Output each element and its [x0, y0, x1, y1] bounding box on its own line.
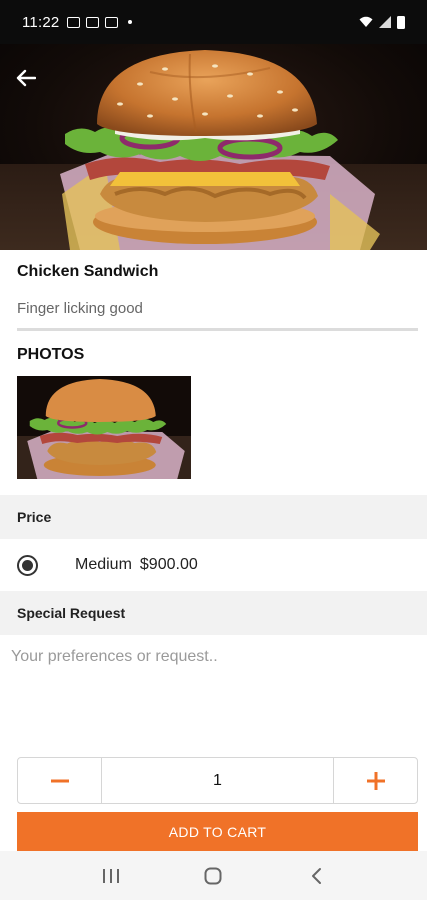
status-bar: 11:22	[0, 0, 427, 44]
photo-thumbnail[interactable]	[17, 376, 191, 479]
radio-dot-icon	[22, 559, 33, 571]
radio-button-selected[interactable]	[17, 554, 38, 576]
plus-icon	[366, 771, 385, 790]
price-option-medium[interactable]: Medium $900.00	[0, 540, 427, 590]
price-option-label: Medium	[75, 556, 132, 573]
signal-icon	[379, 16, 391, 28]
more-notifications-icon	[128, 20, 133, 24]
burger-illustration	[0, 50, 427, 250]
price-section-header: Price	[0, 495, 427, 539]
product-title: Chicken Sandwich	[17, 263, 159, 280]
gallery-notification-icon	[67, 16, 81, 28]
home-button[interactable]	[193, 856, 233, 896]
divider	[17, 328, 418, 331]
back-button[interactable]	[12, 64, 40, 92]
price-option-amount: $900.00	[139, 556, 198, 573]
arrow-left-icon	[16, 69, 36, 87]
product-info: Chicken Sandwich Finger licking good	[0, 250, 427, 317]
increase-quantity-button[interactable]	[333, 758, 417, 803]
gallery-notification-icon	[105, 16, 119, 28]
special-request-header: Special Request	[0, 591, 427, 635]
product-hero-image	[0, 44, 427, 250]
wifi-icon	[359, 16, 373, 27]
quantity-stepper: 1	[17, 757, 418, 804]
notification-icons	[67, 16, 133, 28]
burger-thumbnail-image	[17, 376, 191, 479]
minus-icon	[50, 779, 69, 782]
chevron-left-icon	[311, 867, 321, 884]
status-time: 11:22	[22, 13, 60, 31]
add-to-cart-button[interactable]: ADD TO CART	[17, 812, 418, 852]
system-navigation-bar	[0, 851, 427, 900]
decrease-quantity-button[interactable]	[18, 758, 102, 803]
recents-icon	[103, 868, 120, 883]
special-request-input[interactable]	[0, 640, 427, 740]
home-icon	[204, 867, 222, 884]
mail-notification-icon	[86, 16, 100, 28]
system-icons	[359, 15, 405, 29]
battery-icon	[397, 15, 405, 29]
system-back-button[interactable]	[296, 856, 336, 896]
product-subtitle: Finger licking good	[17, 300, 143, 317]
recents-button[interactable]	[91, 856, 131, 896]
quantity-value: 1	[213, 771, 222, 789]
photos-heading: PHOTOS	[17, 346, 85, 363]
